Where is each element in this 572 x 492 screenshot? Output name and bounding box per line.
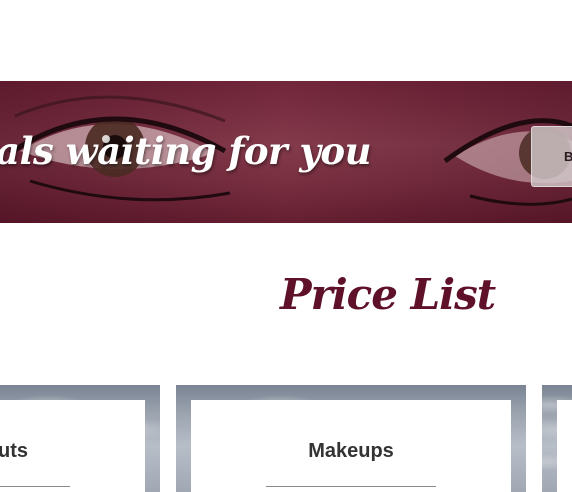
- card-panel: Makeups: [191, 400, 511, 492]
- banner-cta-button[interactable]: B: [531, 126, 572, 187]
- card-divider: [0, 486, 70, 487]
- price-card-haircuts[interactable]: uts: [0, 385, 160, 492]
- card-divider: [266, 486, 436, 487]
- price-card-third[interactable]: [542, 385, 572, 492]
- card-title: Makeups: [308, 440, 394, 462]
- price-card-makeups[interactable]: Makeups: [176, 385, 526, 492]
- page: als waiting for you B Price List uts Mak…: [0, 0, 572, 492]
- price-list-title: Price List: [280, 270, 496, 319]
- card-panel: uts: [0, 400, 145, 492]
- banner-tagline: als waiting for you: [0, 129, 371, 173]
- promo-banner: als waiting for you B: [0, 81, 572, 223]
- card-panel: [557, 400, 572, 492]
- card-title: uts: [0, 440, 28, 462]
